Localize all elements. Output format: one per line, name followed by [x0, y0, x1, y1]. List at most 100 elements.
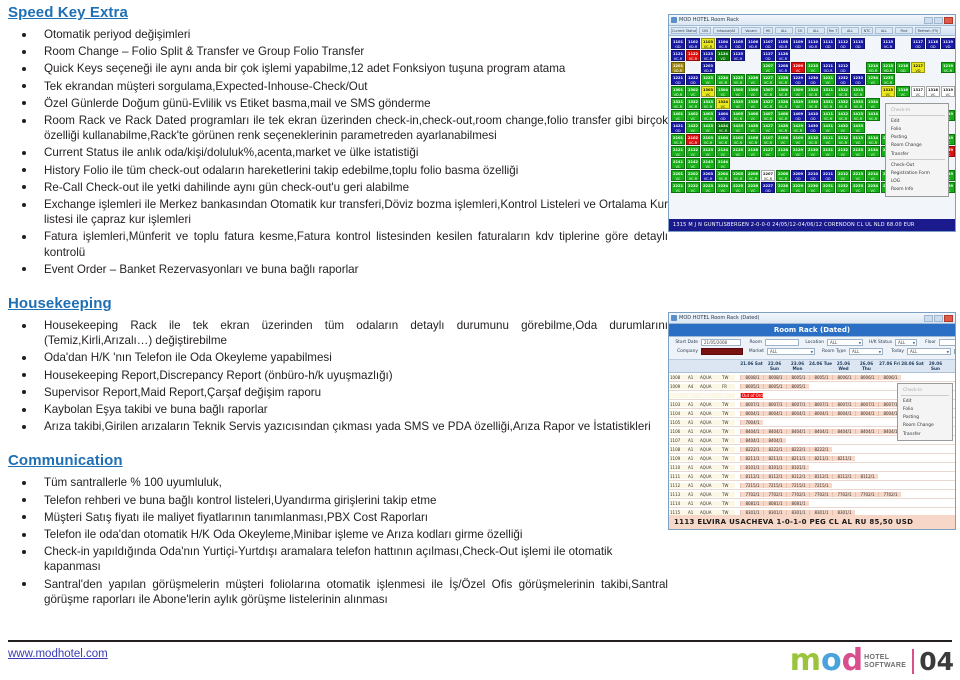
cell-reservation[interactable]: 8112/1: [855, 473, 878, 479]
cell-reservation[interactable]: 8112/1: [763, 473, 786, 479]
room-tile-2127[interactable]: 2127 VC: [761, 146, 775, 157]
cell-reservation[interactable]: 7702/1: [763, 491, 786, 497]
cell-reservation[interactable]: 8008/1: [763, 374, 786, 380]
room-tile-2101[interactable]: 2101 VC-R: [671, 134, 685, 145]
room-tile-2132[interactable]: 2132 VC: [836, 146, 850, 157]
room-input[interactable]: [765, 339, 799, 346]
room-tile-1113[interactable]: 1113 OD: [851, 38, 865, 49]
room-tile-2111[interactable]: 2111 VC: [821, 134, 835, 145]
cell-reservation[interactable]: 8005/1: [786, 374, 809, 380]
col-header-27-06-Fri[interactable]: 27.06 Fri: [878, 360, 901, 372]
room-tile-1319[interactable]: 1319 VC: [941, 86, 955, 97]
cell-reservation[interactable]: 8081/1: [786, 500, 809, 506]
room-tile-1309[interactable]: 1309 VC: [791, 86, 805, 97]
cell-reservation[interactable]: 8404/1: [855, 428, 878, 434]
room-tile-2144[interactable]: 2144 VC: [716, 158, 730, 169]
table-row[interactable]: 1112 A1 AQUA TW 7215/1 7215/1 7215/1 7215/1: [669, 481, 955, 490]
context-menu[interactable]: Check-In Edit Folio Posting Room Change Trans…: [885, 103, 949, 197]
room-tile-2124[interactable]: 2124 VC: [716, 146, 730, 157]
room-tile-1322[interactable]: 1322 VC-R: [686, 98, 700, 109]
room-tile-2112[interactable]: 2112 VC-R: [836, 134, 850, 145]
cell-reservation[interactable]: 8222/1: [809, 446, 832, 452]
minimize-button[interactable]: [924, 314, 933, 322]
room-tile-2225[interactable]: 2225 VC: [731, 182, 745, 193]
cell-reservation[interactable]: 7702/1: [809, 491, 832, 497]
room-tile-1405[interactable]: 1405 VC-R: [731, 110, 745, 121]
cell-reservation[interactable]: 8222/1: [786, 446, 809, 452]
room-tile-2208[interactable]: 2208 VC-R: [776, 170, 790, 181]
cell-reservation[interactable]: 8005/1: [786, 383, 809, 389]
toolbar-button-all[interactable]: ALL: [841, 27, 859, 34]
room-tile-2226[interactable]: 2226 VC: [746, 182, 760, 193]
cell-reservation[interactable]: 8101/1: [786, 464, 809, 470]
room-tile-1128[interactable]: 1128 VC-R: [776, 50, 790, 61]
room-tile-1408[interactable]: 1408 VC-R: [776, 110, 790, 121]
room-tile-1210[interactable]: 1210 VC: [806, 62, 820, 73]
room-tile-1329[interactable]: 1329 VC: [791, 98, 805, 109]
room-tile-2130[interactable]: 2130 VC: [806, 146, 820, 157]
col-header-30-[interactable]: 30.: [947, 360, 956, 372]
room-tile-2214[interactable]: 2214 VC: [866, 170, 880, 181]
cell-reservation[interactable]: 8404/1: [786, 428, 809, 434]
room-tile-2102[interactable]: 2102 VC-R: [686, 134, 700, 145]
room-tile-1305[interactable]: 1305 VC: [731, 86, 745, 97]
cell-reservation[interactable]: 8004/1: [855, 410, 878, 416]
room-tile-2143[interactable]: 2143 VC: [701, 158, 715, 169]
room-tile-1233[interactable]: 1233 OD: [851, 74, 865, 85]
room-tile-1124[interactable]: 1124 VD: [716, 50, 730, 61]
menu-item-posting[interactable]: Posting: [886, 134, 948, 142]
room-tile-1424[interactable]: 1424 VC-R: [716, 122, 730, 133]
room-tile-2134[interactable]: 2134 VC: [866, 146, 880, 157]
cell-reservation[interactable]: 7215/1: [809, 482, 832, 488]
toolbar-button-rm-t[interactable]: Rm T: [827, 27, 839, 34]
room-tile-1108[interactable]: 1108 VD-R: [776, 38, 790, 49]
cell-reservation[interactable]: 8222/1: [740, 446, 763, 452]
room-tile-1431[interactable]: 1431 VC: [821, 122, 835, 133]
room-tile-1221[interactable]: 1221 OD: [671, 74, 685, 85]
room-tile-1328[interactable]: 1328 VC-R: [776, 98, 790, 109]
room-tile-1102[interactable]: 1102 VD-R: [686, 38, 700, 49]
room-tile-2121[interactable]: 2121 VC: [671, 146, 685, 157]
room-tile-1115[interactable]: 1115 VC-R: [881, 38, 895, 49]
room-tile-2210[interactable]: 2210 OD: [806, 170, 820, 181]
room-tile-1217[interactable]: 1217 VD: [911, 62, 925, 73]
room-tile-1214[interactable]: 1214 VD-R: [866, 62, 880, 73]
col-header-29-06-Sun[interactable]: 29.06 Sun: [924, 360, 947, 372]
menu-item-dated-folio[interactable]: Folio: [898, 405, 952, 413]
room-tile-2234[interactable]: 2234 VC: [866, 182, 880, 193]
room-tile-1409[interactable]: 1409 OD: [791, 110, 805, 121]
cell-reservation[interactable]: 8005/1: [740, 383, 763, 389]
room-tile-1119[interactable]: 1119 VD: [941, 38, 955, 49]
table-row[interactable]: 1108 A1 AQUA TW 8222/1 8222/1 8222/1 8222/1: [669, 445, 955, 454]
room-tile-1207[interactable]: 1207 VC: [761, 62, 775, 73]
room-tile-2142[interactable]: 2142 VC: [686, 158, 700, 169]
room-tile-1331[interactable]: 1331 VC-R: [821, 98, 835, 109]
context-menu-dated[interactable]: Check-In Edit Folio Posting Room Change Trans…: [897, 383, 953, 442]
menu-item-check-out[interactable]: Check-Out: [886, 161, 948, 169]
room-tile-1316[interactable]: 1316 VC: [896, 86, 910, 97]
room-tile-1216[interactable]: 1216 OD: [896, 62, 910, 73]
table-row[interactable]: 1111 A1 AQUA TW 8112/1 8112/1 8112/1 8112/1 8112…: [669, 472, 955, 481]
cell-reservation[interactable]: 8112/1: [832, 473, 855, 479]
cell-reservation[interactable]: 8211/1: [786, 455, 809, 461]
col-header-26-06-Thu[interactable]: 26.06 Thu: [855, 360, 878, 372]
room-tile-2141[interactable]: 2141 VC: [671, 158, 685, 169]
cell-reservation[interactable]: 8301/1: [740, 509, 763, 515]
toolbar-button-hk[interactable]: HK: [763, 27, 773, 34]
room-tile-2221[interactable]: 2221 VC: [671, 182, 685, 193]
menu-item-dated-room-change[interactable]: Room Change: [898, 422, 952, 430]
room-tile-2202[interactable]: 2202 VC-R: [686, 170, 700, 181]
cell-reservation[interactable]: 8081/1: [740, 500, 763, 506]
toolbar-button-ntc[interactable]: NTC: [861, 27, 873, 34]
footer-website-link[interactable]: www.modhotel.com: [8, 648, 108, 660]
room-tile-1109[interactable]: 1109 OD: [791, 38, 805, 49]
room-tile-1403[interactable]: 1403 VC-R: [701, 110, 715, 121]
room-tile-1227[interactable]: 1227 VC-R: [761, 74, 775, 85]
room-tile-1122[interactable]: 1122 VC-R: [686, 50, 700, 61]
room-tile-1321[interactable]: 1321 VC-R: [671, 98, 685, 109]
room-tile-1212[interactable]: 1212 OD: [836, 62, 850, 73]
menu-item-dated-transfer[interactable]: Transfer: [898, 430, 952, 438]
room-tile-2133[interactable]: 2133 VC: [851, 146, 865, 157]
room-tile-1407[interactable]: 1407 VC-R: [761, 110, 775, 121]
room-tile-1410[interactable]: 1410 OD: [806, 110, 820, 121]
